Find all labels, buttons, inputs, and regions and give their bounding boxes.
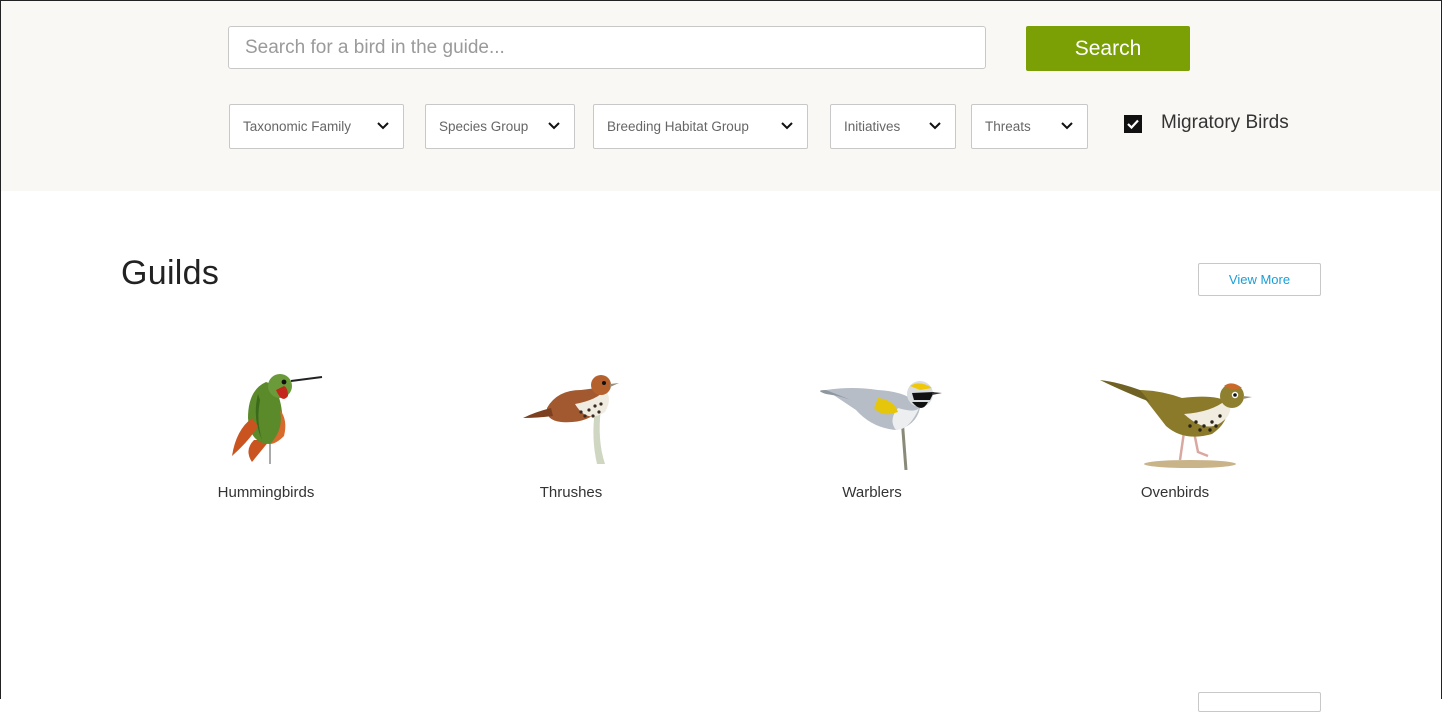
guild-name: Ovenbirds: [1140, 484, 1210, 501]
filter-label: Threats: [985, 119, 1031, 134]
filter-label: Taxonomic Family: [243, 119, 352, 134]
search-input[interactable]: [228, 26, 986, 69]
thrush-icon: [523, 375, 619, 464]
chevron-down-icon: [929, 122, 941, 130]
guild-card-hummingbirds[interactable]: Hummingbirds: [166, 360, 366, 501]
guild-card-ovenbirds[interactable]: Ovenbirds: [1075, 360, 1275, 501]
guild-name: Hummingbirds: [217, 484, 315, 501]
migratory-birds-checkbox[interactable]: [1124, 115, 1142, 133]
filter-label: Initiatives: [844, 119, 901, 134]
hummingbird-icon: [232, 374, 323, 464]
guild-name: Thrushes: [539, 484, 603, 501]
filter-label: Species Group: [439, 119, 529, 134]
checkmark-icon: [1127, 119, 1139, 130]
ovenbird-icon: [1100, 380, 1252, 468]
filter-species-group[interactable]: Species Group: [425, 104, 575, 149]
section-title: Guilds: [121, 254, 220, 292]
next-section-view-more-button[interactable]: [1198, 692, 1321, 712]
filter-label: Breeding Habitat Group: [607, 119, 749, 134]
migratory-birds-toggle[interactable]: Migratory Birds: [1124, 112, 1289, 133]
chevron-down-icon: [1061, 122, 1073, 130]
search-button[interactable]: Search: [1026, 26, 1190, 71]
guild-name: Warblers: [842, 484, 902, 501]
chevron-down-icon: [548, 122, 560, 130]
guild-card-warblers[interactable]: Warblers: [772, 360, 972, 501]
chevron-down-icon: [781, 122, 793, 130]
filter-threats[interactable]: Threats: [971, 104, 1088, 149]
filter-breeding-habitat-group[interactable]: Breeding Habitat Group: [593, 104, 808, 149]
view-more-button[interactable]: View More: [1198, 263, 1321, 296]
migratory-birds-label: Migratory Birds: [1161, 112, 1289, 133]
filter-initiatives[interactable]: Initiatives: [830, 104, 956, 149]
warbler-icon: [820, 381, 942, 470]
filter-taxonomic-family[interactable]: Taxonomic Family: [229, 104, 404, 149]
chevron-down-icon: [377, 122, 389, 130]
guild-card-thrushes[interactable]: Thrushes: [471, 360, 671, 501]
